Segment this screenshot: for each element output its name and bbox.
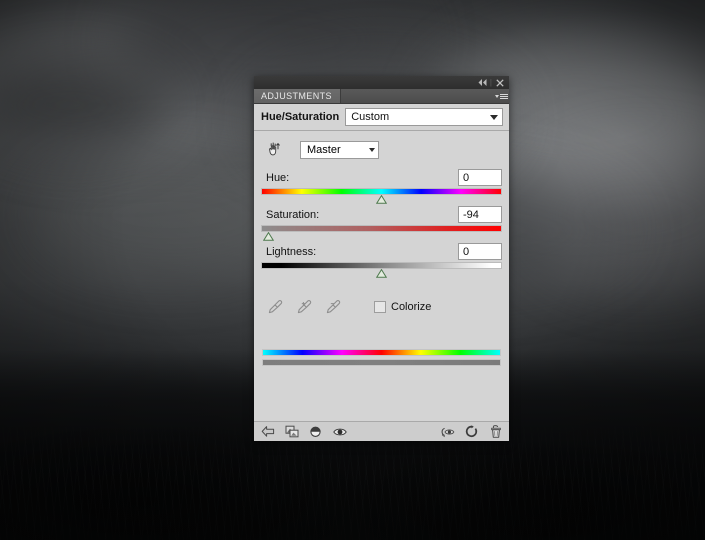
colorize-checkbox-row[interactable]: Colorize [374, 301, 431, 313]
saturation-slider[interactable] [261, 225, 502, 241]
channel-dropdown[interactable]: Master [300, 141, 379, 159]
hue-row: Hue: 0 [261, 169, 502, 186]
lightness-slider[interactable] [261, 262, 502, 278]
hue-slider-thumb[interactable] [376, 195, 387, 204]
preset-dropdown[interactable]: Custom [345, 108, 503, 126]
body-spacer [261, 366, 502, 421]
back-arrow-icon [261, 425, 275, 438]
eyedropper-minus-icon [326, 299, 341, 314]
panel-titlebar[interactable]: | [254, 76, 509, 89]
panel-tabbar: ADJUSTMENTS [254, 89, 509, 104]
footer-right-group [440, 424, 503, 439]
slider-thumb-icon [376, 269, 387, 278]
saturation-track[interactable] [261, 225, 502, 232]
hue-label: Hue: [266, 172, 289, 184]
delete-adjustment-layer-button[interactable] [488, 424, 503, 439]
lightness-row: Lightness: 0 [261, 243, 502, 260]
slider-group-hue: Hue: 0 [261, 169, 502, 204]
close-button[interactable] [493, 77, 506, 88]
panel-menu-triangle-icon [495, 95, 499, 98]
panel-menu-icon [500, 94, 508, 99]
hand-scrub-icon [266, 141, 283, 158]
panel-footer [254, 421, 509, 441]
toggle-layer-visibility-button[interactable] [332, 424, 347, 439]
colorize-checkbox[interactable] [374, 301, 386, 313]
adjustment-body: Master Hue: 0 [254, 131, 509, 421]
reset-circular-arrow-icon [465, 425, 478, 438]
clip-to-layer-icon [285, 425, 299, 438]
collapse-to-icons-button[interactable] [476, 77, 489, 88]
result-color-bar [262, 359, 501, 366]
eyedropper-plus-icon [297, 299, 312, 314]
hue-input[interactable]: 0 [458, 169, 502, 186]
eyedropper-add-button[interactable] [296, 298, 313, 315]
preset-value: Custom [351, 111, 490, 123]
tab-adjustments[interactable]: ADJUSTMENTS [254, 89, 341, 103]
slider-thumb-icon [263, 232, 274, 241]
lightness-input[interactable]: 0 [458, 243, 502, 260]
screenshot-root: | ADJUSTMENTS Hue/Saturation Custom [0, 0, 705, 540]
saturation-input[interactable]: -94 [458, 206, 502, 223]
tabbar-filler [341, 89, 493, 103]
dropper-row: Colorize [261, 298, 502, 315]
lightness-track[interactable] [261, 262, 502, 269]
footer-left-group [260, 424, 347, 439]
source-hue-bar [262, 349, 501, 356]
slider-thumb-icon [376, 195, 387, 204]
eyedropper-sample-button[interactable] [267, 298, 284, 315]
trash-icon [490, 425, 502, 438]
on-image-adjust-button[interactable] [265, 140, 284, 159]
reset-adjustment-button[interactable] [464, 424, 479, 439]
eyedropper-subtract-button[interactable] [325, 298, 342, 315]
slider-group-lightness: Lightness: 0 [261, 243, 502, 278]
half-circle-icon [309, 425, 322, 438]
color-reference-bars [261, 349, 502, 366]
chevron-down-icon [369, 148, 375, 152]
lightness-label: Lightness: [266, 246, 316, 258]
toggle-layer-mask-button[interactable] [308, 424, 323, 439]
clip-to-layer-button[interactable] [284, 424, 299, 439]
lightness-slider-thumb[interactable] [376, 269, 387, 278]
eyedropper-icon [268, 299, 283, 314]
eye-icon [333, 426, 347, 438]
adjustments-panel: | ADJUSTMENTS Hue/Saturation Custom [254, 76, 509, 441]
page-title: Hue/Saturation [261, 111, 339, 123]
return-to-adjustment-list-button[interactable] [260, 424, 275, 439]
adjustment-header: Hue/Saturation Custom [254, 104, 509, 131]
saturation-row: Saturation: -94 [261, 206, 502, 223]
saturation-label: Saturation: [266, 209, 319, 221]
chevron-down-icon [490, 115, 498, 120]
preview-previous-state-button[interactable] [440, 424, 455, 439]
slider-group-saturation: Saturation: -94 [261, 206, 502, 241]
saturation-slider-thumb[interactable] [263, 232, 274, 241]
preview-eye-icon [440, 426, 455, 438]
panel-menu-button[interactable] [493, 89, 509, 103]
close-icon [496, 79, 504, 87]
channel-value: Master [307, 144, 369, 156]
hue-slider[interactable] [261, 188, 502, 204]
colorize-label: Colorize [391, 301, 431, 313]
tool-row: Master [261, 140, 502, 159]
hue-track[interactable] [261, 188, 502, 195]
double-chevron-left-icon [478, 79, 487, 86]
